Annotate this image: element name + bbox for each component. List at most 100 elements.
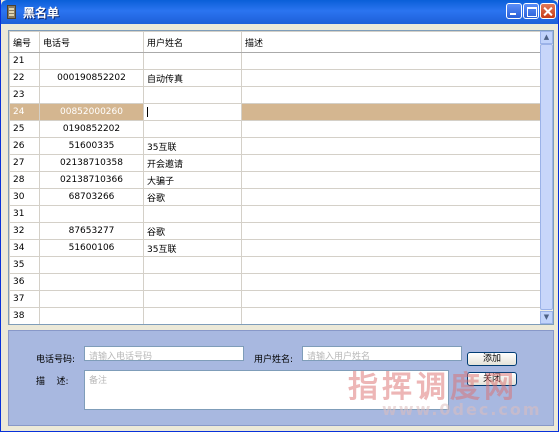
user-name-input[interactable]: 请输入用户姓名: [302, 346, 462, 362]
cell-desc[interactable]: [241, 188, 543, 206]
cell-desc[interactable]: [241, 69, 543, 87]
cell-phone[interactable]: [39, 256, 144, 274]
cell-phone[interactable]: 0190852202: [39, 120, 144, 138]
cell-phone[interactable]: 02138710358: [39, 154, 144, 172]
column-header-name[interactable]: 用户姓名: [143, 31, 242, 53]
cell-id[interactable]: 25: [9, 120, 40, 138]
cell-name[interactable]: 自动传真: [143, 69, 242, 87]
phone-input[interactable]: 请输入电话号码: [84, 346, 244, 362]
phone-label: 电话号码:: [36, 355, 76, 365]
cell-name[interactable]: 大骗子: [143, 171, 242, 189]
cell-id[interactable]: 31: [9, 205, 40, 223]
scroll-thumb[interactable]: [540, 44, 553, 310]
cell-id[interactable]: 26: [9, 137, 40, 155]
table-row[interactable]: 25 0190852202: [9, 120, 543, 138]
minimize-button[interactable]: [506, 3, 522, 19]
table-row[interactable]: 37: [9, 290, 543, 308]
cell-desc[interactable]: [241, 307, 543, 324]
cell-phone[interactable]: [39, 86, 144, 104]
maximize-button[interactable]: [523, 3, 539, 19]
close-form-button[interactable]: 关闭: [467, 372, 517, 386]
cell-desc[interactable]: [241, 171, 543, 189]
cell-desc[interactable]: [241, 256, 543, 274]
table-row[interactable]: 38: [9, 307, 543, 324]
cell-id[interactable]: 34: [9, 239, 40, 257]
table-row[interactable]: 31: [9, 205, 543, 223]
cell-name[interactable]: 35互联: [143, 137, 242, 155]
table-row[interactable]: 32 87653277 谷歌: [9, 222, 543, 240]
cell-name[interactable]: [143, 86, 242, 104]
cell-id[interactable]: 35: [9, 256, 40, 274]
description-input[interactable]: 备注: [84, 370, 449, 410]
cell-id[interactable]: 36: [9, 273, 40, 291]
cell-name[interactable]: [143, 52, 242, 70]
cell-phone[interactable]: [39, 290, 144, 308]
cell-phone[interactable]: 87653277: [39, 222, 144, 240]
column-header-id[interactable]: 编号: [9, 31, 40, 53]
cell-id[interactable]: 24: [9, 103, 40, 121]
cell-name[interactable]: [143, 120, 242, 138]
scroll-down-arrow-icon[interactable]: ▼: [540, 311, 553, 324]
cell-phone[interactable]: [39, 273, 144, 291]
table-row[interactable]: 35: [9, 256, 543, 274]
table-row[interactable]: 23: [9, 86, 543, 104]
close-button[interactable]: [540, 3, 556, 19]
scroll-up-arrow-icon[interactable]: ▲: [540, 31, 553, 44]
vertical-scrollbar[interactable]: ▲ ▼: [540, 31, 553, 324]
cell-phone[interactable]: 00852000260: [39, 103, 144, 121]
table-row[interactable]: 21: [9, 52, 543, 70]
cell-name[interactable]: 开会邀请: [143, 154, 242, 172]
cell-id[interactable]: 23: [9, 86, 40, 104]
column-header-desc[interactable]: 描述: [241, 31, 543, 53]
table-row[interactable]: 36: [9, 273, 543, 291]
column-header-phone[interactable]: 电话号: [39, 31, 144, 53]
cell-desc[interactable]: [241, 154, 543, 172]
cell-id[interactable]: 27: [9, 154, 40, 172]
cell-name[interactable]: 谷歌: [143, 222, 242, 240]
blacklist-grid[interactable]: 编号 电话号 用户姓名 描述 21 22 000190852202 自动传真 23 24 0…: [8, 30, 554, 325]
cell-name[interactable]: [143, 205, 242, 223]
cell-phone[interactable]: 51600335: [39, 137, 144, 155]
cell-desc[interactable]: [241, 205, 543, 223]
cell-desc[interactable]: [241, 222, 543, 240]
table-row[interactable]: 22 000190852202 自动传真: [9, 69, 543, 87]
cell-desc[interactable]: [241, 103, 543, 121]
cell-name[interactable]: [143, 273, 242, 291]
cell-phone[interactable]: [39, 307, 144, 324]
cell-id[interactable]: 38: [9, 307, 40, 324]
cell-desc[interactable]: [241, 273, 543, 291]
cell-phone[interactable]: [39, 52, 144, 70]
cell-name[interactable]: 谷歌: [143, 188, 242, 206]
table-row[interactable]: 24 00852000260: [9, 103, 543, 121]
cell-name[interactable]: [143, 290, 242, 308]
cell-desc[interactable]: [241, 52, 543, 70]
cell-id[interactable]: 30: [9, 188, 40, 206]
cell-desc[interactable]: [241, 86, 543, 104]
table-row[interactable]: 27 02138710358 开会邀请: [9, 154, 543, 172]
cell-name[interactable]: [143, 103, 242, 121]
cell-id[interactable]: 28: [9, 171, 40, 189]
cell-phone[interactable]: 51600106: [39, 239, 144, 257]
cell-name[interactable]: [143, 307, 242, 324]
cell-desc[interactable]: [241, 290, 543, 308]
cell-phone[interactable]: [39, 205, 144, 223]
add-button[interactable]: 添加: [467, 352, 517, 366]
cell-id[interactable]: 22: [9, 69, 40, 87]
cell-phone[interactable]: 000190852202: [39, 69, 144, 87]
cell-desc[interactable]: [241, 239, 543, 257]
title-bar[interactable]: 黑名单: [1, 0, 558, 24]
table-row[interactable]: 34 51600106 35互联: [9, 239, 543, 257]
cell-id[interactable]: 21: [9, 52, 40, 70]
cell-id[interactable]: 32: [9, 222, 40, 240]
cell-desc[interactable]: [241, 120, 543, 138]
table-row[interactable]: 26 51600335 35互联: [9, 137, 543, 155]
cell-phone[interactable]: 02138710366: [39, 171, 144, 189]
cell-id[interactable]: 37: [9, 290, 40, 308]
cell-desc[interactable]: [241, 137, 543, 155]
table-row[interactable]: 28 02138710366 大骗子: [9, 171, 543, 189]
table-row[interactable]: 30 68703266 谷歌: [9, 188, 543, 206]
cell-name[interactable]: 35互联: [143, 239, 242, 257]
cell-phone[interactable]: 68703266: [39, 188, 144, 206]
cell-name[interactable]: [143, 256, 242, 274]
input-panel: 电话号码: 请输入电话号码 用户姓名: 请输入用户姓名 添加 描 述: 备注 关…: [8, 330, 554, 426]
